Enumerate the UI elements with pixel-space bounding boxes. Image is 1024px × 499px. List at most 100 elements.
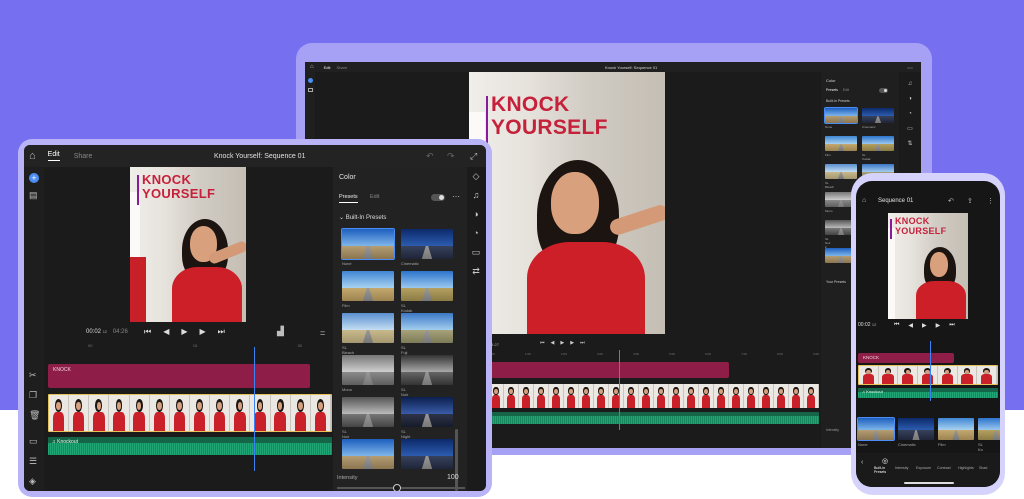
copy-icon[interactable]: ❐ bbox=[29, 391, 37, 400]
play-icon[interactable]: ▶ bbox=[181, 327, 187, 337]
preset-thumbnail[interactable] bbox=[342, 313, 394, 343]
media-icon[interactable] bbox=[308, 88, 313, 92]
swap-icon[interactable]: ⇄ bbox=[472, 267, 480, 276]
step-forward-icon[interactable]: ⏭ bbox=[580, 340, 585, 346]
layers-icon[interactable]: ▭ bbox=[29, 437, 38, 446]
tablet-tab-edit[interactable]: Edit bbox=[47, 151, 60, 161]
preset-thumbnail[interactable] bbox=[825, 136, 857, 151]
presets-icon[interactable]: ◎ bbox=[882, 457, 888, 465]
laptop-tab-share[interactable]: Share bbox=[337, 65, 348, 70]
tablet-video-track[interactable] bbox=[48, 394, 332, 432]
shape-icon[interactable]: ◇ bbox=[473, 172, 480, 181]
effects-icon[interactable]: ◈ bbox=[29, 477, 36, 486]
more-options-icon[interactable]: ⋯ bbox=[452, 193, 460, 201]
preset-thumbnail[interactable] bbox=[342, 397, 394, 427]
razor-icon[interactable]: ✂ bbox=[29, 371, 37, 380]
add-icon[interactable]: + bbox=[29, 173, 39, 183]
play-icon[interactable]: ▶ bbox=[922, 322, 927, 329]
phone-title-track[interactable]: KNOCK bbox=[858, 353, 954, 363]
play-icon[interactable]: ▶ bbox=[560, 340, 564, 346]
share-icon[interactable]: ⇪ bbox=[967, 197, 973, 205]
home-icon[interactable]: ⌂ bbox=[29, 150, 36, 162]
tablet-tab-edit2[interactable]: Edit bbox=[370, 194, 379, 200]
menu-icon[interactable]: = bbox=[320, 329, 325, 338]
chevron-down-icon[interactable]: ⌄ bbox=[339, 215, 346, 221]
more-options-icon[interactable]: ⋮ bbox=[987, 197, 994, 205]
add-icon[interactable] bbox=[308, 78, 313, 83]
laptop-audio-track[interactable] bbox=[489, 412, 819, 424]
step-back-icon[interactable]: ⏮ bbox=[144, 327, 151, 337]
transform-icon[interactable]: ⤢ bbox=[470, 151, 477, 161]
audio-icon[interactable]: ♫ bbox=[473, 191, 480, 200]
speed-icon[interactable]: ◔ bbox=[908, 111, 912, 117]
list-icon[interactable]: ☰ bbox=[29, 457, 37, 466]
laptop-tab-presets[interactable]: Presets bbox=[826, 88, 838, 92]
prev-frame-icon[interactable]: ◀ bbox=[908, 322, 913, 329]
back-icon[interactable]: ‹ bbox=[861, 459, 863, 466]
step-forward-icon[interactable]: ⏭ bbox=[949, 322, 954, 329]
preset-thumbnail[interactable] bbox=[898, 418, 934, 440]
preset-thumbnail[interactable] bbox=[401, 439, 453, 469]
laptop-toggle[interactable] bbox=[879, 88, 888, 93]
preset-thumbnail[interactable] bbox=[342, 355, 394, 385]
tablet-tab-share[interactable]: Share bbox=[74, 153, 93, 160]
preset-thumbnail[interactable] bbox=[401, 397, 453, 427]
scrollbar[interactable] bbox=[455, 429, 458, 491]
media-icon[interactable]: ▤ bbox=[29, 191, 38, 200]
preset-thumbnail[interactable] bbox=[342, 439, 394, 469]
laptop-tab-edit2[interactable]: Edit bbox=[843, 88, 849, 92]
preset-thumbnail[interactable] bbox=[401, 271, 453, 301]
phone-video-track[interactable] bbox=[858, 365, 998, 385]
preset-label: SL Ko bbox=[978, 442, 983, 452]
preset-thumbnail[interactable] bbox=[401, 355, 453, 385]
preset-thumbnail[interactable] bbox=[978, 418, 1000, 440]
color-icon[interactable]: ◑ bbox=[473, 210, 478, 219]
swap-icon[interactable]: ⇅ bbox=[907, 141, 912, 147]
fullscreen-icon[interactable]: ▟ bbox=[277, 327, 284, 336]
crop-icon[interactable]: ▭ bbox=[907, 126, 913, 132]
step-back-icon[interactable]: ⏮ bbox=[894, 322, 899, 329]
prev-frame-icon[interactable]: ◀ bbox=[551, 340, 555, 346]
audio-icon[interactable]: ♫ bbox=[908, 81, 913, 87]
preset-label: Cinematic bbox=[401, 261, 419, 266]
laptop-title-track[interactable] bbox=[489, 362, 729, 378]
tablet-tab-presets[interactable]: Presets bbox=[339, 194, 358, 203]
crop-icon[interactable]: ▭ bbox=[472, 248, 481, 257]
next-frame-icon[interactable]: ▶ bbox=[936, 322, 941, 329]
undo-icon[interactable]: ↶ bbox=[426, 151, 434, 161]
preset-thumbnail[interactable] bbox=[341, 228, 395, 260]
preset-thumbnail[interactable] bbox=[825, 164, 857, 179]
preset-thumbnail[interactable] bbox=[342, 271, 394, 301]
next-frame-icon[interactable]: ▶ bbox=[200, 327, 206, 337]
tablet-title-track[interactable]: KNOCK bbox=[48, 364, 310, 388]
more-icon[interactable]: ⋯ bbox=[907, 66, 913, 72]
color-icon[interactable]: ◑ bbox=[908, 96, 912, 102]
preset-thumbnail[interactable] bbox=[938, 418, 974, 440]
trash-icon[interactable]: 🗑 bbox=[29, 411, 40, 420]
tablet-intensity-slider[interactable] bbox=[337, 484, 465, 491]
step-back-icon[interactable]: ⏮ bbox=[540, 340, 545, 346]
preset-thumbnail[interactable] bbox=[862, 108, 894, 123]
laptop-video-track[interactable] bbox=[489, 384, 819, 408]
preset-thumbnail[interactable] bbox=[857, 417, 895, 441]
phone-bottom-tab[interactable]: Shad bbox=[979, 466, 1000, 471]
next-frame-icon[interactable]: ▶ bbox=[570, 340, 574, 346]
speed-icon[interactable]: ◔ bbox=[473, 229, 478, 238]
tablet-toggle[interactable] bbox=[431, 194, 445, 201]
phone-audio-track[interactable]: ♫ Knockout bbox=[858, 388, 998, 398]
tablet-audio-track[interactable]: ♫ Knockout bbox=[48, 437, 332, 455]
tablet-playhead[interactable] bbox=[254, 347, 255, 471]
step-forward-icon[interactable]: ⏭ bbox=[218, 327, 225, 337]
prev-frame-icon[interactable]: ◀ bbox=[163, 327, 169, 337]
preset-thumbnail[interactable] bbox=[401, 229, 453, 259]
laptop-playhead[interactable] bbox=[619, 350, 620, 430]
home-icon[interactable]: ⌂ bbox=[862, 197, 866, 204]
redo-icon[interactable]: ↷ bbox=[447, 151, 455, 161]
preset-thumbnail[interactable] bbox=[862, 136, 894, 151]
preset-thumbnail[interactable] bbox=[401, 313, 453, 343]
laptop-tab-edit[interactable]: Edit bbox=[324, 65, 331, 70]
preset-thumbnail[interactable] bbox=[824, 107, 858, 124]
phone-playhead[interactable] bbox=[930, 341, 931, 401]
undo-icon[interactable]: ↶ bbox=[948, 197, 954, 205]
home-icon[interactable]: ⌂ bbox=[310, 64, 314, 70]
